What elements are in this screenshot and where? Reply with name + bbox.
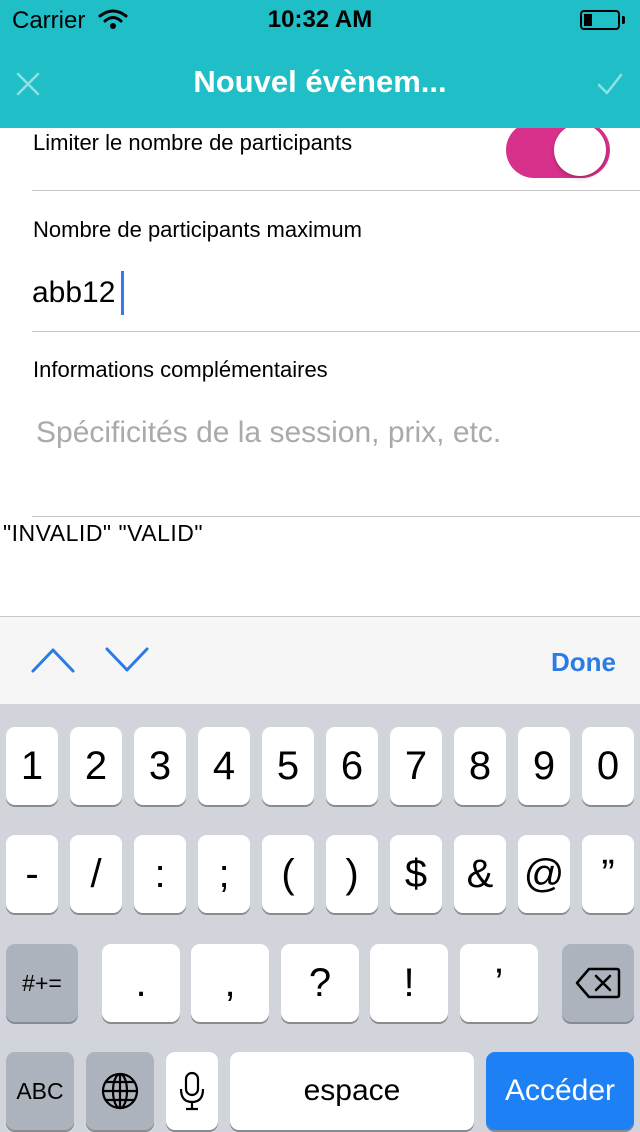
- key-period[interactable]: .: [102, 944, 180, 1022]
- page-title: Nouvel évènem...: [193, 64, 447, 99]
- text-caret: [121, 271, 124, 315]
- key-question[interactable]: ?: [281, 944, 359, 1022]
- divider: [32, 516, 640, 517]
- key-8[interactable]: 8: [454, 727, 506, 805]
- chevron-up-icon[interactable]: [30, 645, 76, 675]
- microphone-icon: [179, 1071, 205, 1111]
- space-key[interactable]: espace: [230, 1052, 474, 1130]
- key-dollar[interactable]: $: [390, 835, 442, 913]
- key-colon[interactable]: :: [134, 835, 186, 913]
- keyboard-accessory-bar: Done: [0, 616, 640, 704]
- globe-key[interactable]: [86, 1052, 154, 1130]
- abc-key[interactable]: ABC: [6, 1052, 74, 1130]
- key-at[interactable]: @: [518, 835, 570, 913]
- symbols-key[interactable]: #+=: [6, 944, 78, 1022]
- divider: [32, 190, 640, 191]
- key-exclamation[interactable]: !: [370, 944, 448, 1022]
- key-7[interactable]: 7: [390, 727, 442, 805]
- go-key[interactable]: Accéder: [486, 1052, 634, 1130]
- battery-icon: [580, 10, 620, 30]
- status-bar: Carrier 10:32 AM: [0, 0, 640, 40]
- key-close-paren[interactable]: ): [326, 835, 378, 913]
- key-apostrophe[interactable]: ’: [460, 944, 538, 1022]
- checkmark-icon[interactable]: [596, 70, 624, 98]
- globe-icon: [101, 1072, 139, 1110]
- key-open-paren[interactable]: (: [262, 835, 314, 913]
- key-ampersand[interactable]: &: [454, 835, 506, 913]
- backspace-key[interactable]: [562, 944, 634, 1022]
- key-1[interactable]: 1: [6, 727, 58, 805]
- limit-participants-toggle[interactable]: [506, 128, 610, 178]
- divider: [32, 331, 640, 332]
- key-3[interactable]: 3: [134, 727, 186, 805]
- max-participants-label: Nombre de participants maximum: [33, 217, 362, 242]
- max-participants-input[interactable]: abb12: [32, 276, 115, 310]
- extra-info-label: Informations complémentaires: [33, 357, 328, 382]
- key-4[interactable]: 4: [198, 727, 250, 805]
- done-button[interactable]: Done: [551, 647, 616, 678]
- header: Carrier 10:32 AM Nouvel évènem...: [0, 0, 640, 128]
- backspace-icon: [575, 967, 621, 999]
- key-2[interactable]: 2: [70, 727, 122, 805]
- extra-info-input[interactable]: Spécificités de la session, prix, etc.: [36, 416, 501, 450]
- validation-debug-text: "INVALID" "VALID": [3, 520, 204, 546]
- key-semicolon[interactable]: ;: [198, 835, 250, 913]
- toggle-knob: [554, 128, 606, 176]
- key-slash[interactable]: /: [70, 835, 122, 913]
- nav-bar: Nouvel évènem...: [0, 40, 640, 128]
- chevron-down-icon[interactable]: [104, 645, 150, 675]
- key-comma[interactable]: ,: [191, 944, 269, 1022]
- key-0[interactable]: 0: [582, 727, 634, 805]
- key-quote[interactable]: ”: [582, 835, 634, 913]
- key-5[interactable]: 5: [262, 727, 314, 805]
- battery-tip: [622, 16, 625, 24]
- microphone-key[interactable]: [166, 1052, 218, 1130]
- key-6[interactable]: 6: [326, 727, 378, 805]
- key-hyphen[interactable]: -: [6, 835, 58, 913]
- key-9[interactable]: 9: [518, 727, 570, 805]
- form: Limiter le nombre de participants Nombre…: [0, 128, 640, 616]
- keyboard: 1 2 3 4 5 6 7 8 9 0 - / : ; ( ) $ & @ ” …: [0, 704, 640, 1132]
- limit-participants-label: Limiter le nombre de participants: [33, 130, 353, 155]
- status-time: 10:32 AM: [267, 6, 373, 33]
